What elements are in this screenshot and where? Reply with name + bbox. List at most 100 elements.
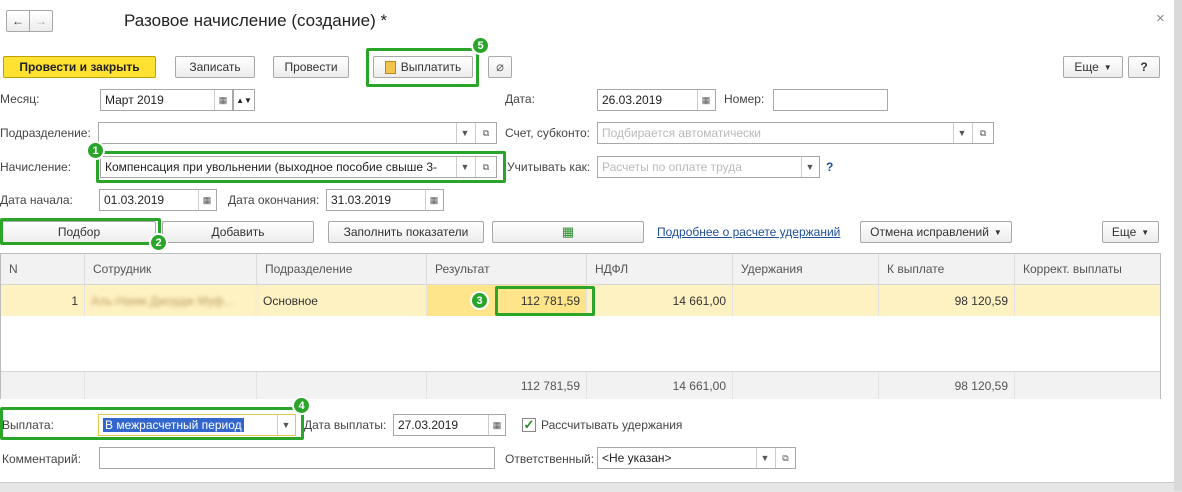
accrual-value: Компенсация при увольнении (выходное пос… [105, 160, 438, 174]
col-header-result[interactable]: Результат [427, 254, 587, 285]
calendar-icon[interactable]: ▦ [488, 415, 505, 435]
back-button[interactable]: ← [6, 10, 30, 32]
calendar-icon[interactable]: ▦ [425, 190, 442, 210]
total-result: 112 781,59 [427, 372, 587, 399]
attach-button[interactable]: ⌀ [488, 56, 512, 78]
col-header-ndfl[interactable]: НДФЛ [587, 254, 733, 285]
total-ndfl: 14 661,00 [587, 372, 733, 399]
number-field[interactable] [773, 89, 888, 111]
add-button[interactable]: Добавить [162, 221, 314, 243]
open-icon[interactable]: ⧉ [475, 123, 496, 143]
help-icon[interactable]: ? [826, 160, 833, 174]
step-badge-5: 5 [471, 36, 490, 55]
pay-date-label: Дата выплаты: [304, 418, 387, 432]
cancel-fixes-button[interactable]: Отмена исправлений ▼ [860, 221, 1012, 243]
chevron-down-icon[interactable]: ▼ [953, 123, 970, 143]
cancel-fixes-label: Отмена исправлений [870, 225, 989, 239]
payment-value: В межрасчетный период [103, 418, 244, 432]
accrual-field[interactable]: Компенсация при увольнении (выходное пос… [100, 156, 497, 178]
save-button[interactable]: Записать [175, 56, 255, 78]
post-button[interactable]: Провести [273, 56, 349, 78]
employee-name[interactable]: Аль-Наим Джордж Муф... [85, 285, 257, 316]
col-header-n[interactable]: N [1, 254, 85, 285]
deductions-details-link[interactable]: Подробнее о расчете удержаний [657, 225, 840, 239]
arrow-right-icon: → [35, 14, 47, 28]
accrual-label: Начисление: [0, 160, 72, 174]
comment-field[interactable] [99, 447, 495, 469]
help-button[interactable]: ? [1128, 56, 1160, 78]
row-number: 1 [1, 285, 85, 316]
chevron-down-icon: ▼ [1103, 62, 1112, 72]
calendar-icon[interactable]: ▦ [697, 90, 714, 110]
document-icon [384, 60, 396, 74]
step-badge-3: 3 [470, 291, 489, 310]
end-date-value: 31.03.2019 [331, 193, 392, 207]
select-button[interactable]: Подбор [2, 221, 156, 243]
arrow-left-icon: ← [12, 14, 24, 28]
forward-button[interactable]: → [29, 10, 53, 32]
col-header-deductions[interactable]: Удержания [733, 254, 879, 285]
total-payout: 98 120,59 [879, 372, 1015, 399]
division-field[interactable] [98, 122, 497, 144]
comment-label: Комментарий: [2, 452, 81, 466]
table-more-label: Еще [1111, 225, 1137, 239]
table-add-icon-button[interactable]: ▦ [492, 221, 644, 243]
open-icon[interactable]: ⧉ [475, 157, 496, 177]
account-placeholder: Подбирается автоматически [602, 126, 761, 140]
open-icon[interactable]: ⧉ [775, 448, 795, 468]
end-date-label: Дата окончания: [228, 193, 320, 207]
payment-field[interactable]: В межрасчетный период [98, 414, 296, 436]
responsible-value: <Не указан> [602, 451, 672, 465]
start-date-label: Дата начала: [0, 193, 73, 207]
pay-date-value: 27.03.2019 [398, 418, 459, 432]
correction-cell [1015, 285, 1160, 316]
totals-spacer [257, 372, 427, 399]
totals-spacer [733, 372, 879, 399]
responsible-label: Ответственный: [505, 452, 595, 466]
month-label: Месяц: [0, 92, 40, 106]
table-more-button[interactable]: Еще ▼ [1102, 221, 1159, 243]
table-row[interactable]: 1 Аль-Наим Джордж Муф... Основное 112 78… [1, 285, 1160, 316]
totals-spacer [85, 372, 257, 399]
chevron-down-icon: ▼ [1141, 227, 1150, 237]
paperclip-icon: ⌀ [496, 59, 504, 74]
more-label: Еще [1074, 60, 1099, 74]
col-header-payout[interactable]: К выплате [879, 254, 1015, 285]
step-badge-2: 2 [149, 233, 168, 252]
totals-spacer [1, 372, 85, 399]
more-button[interactable]: Еще ▼ [1063, 56, 1123, 78]
chevron-down-icon[interactable]: ▼ [801, 157, 818, 177]
chevron-down-icon[interactable]: ▼ [756, 448, 773, 468]
number-label: Номер: [724, 92, 765, 106]
fill-indicators-button[interactable]: Заполнить показатели [328, 221, 484, 243]
window-edge [1174, 0, 1182, 491]
open-icon[interactable]: ⧉ [972, 123, 993, 143]
result-cell[interactable]: 112 781,59 [427, 285, 587, 316]
division-label: Подразделение: [0, 126, 91, 140]
month-stepper[interactable]: ▲▼ [233, 89, 255, 111]
calendar-icon[interactable]: ▦ [214, 90, 231, 110]
col-header-correction[interactable]: Коррект. выплаты [1015, 254, 1160, 285]
chevron-down-icon[interactable]: ▼ [277, 415, 294, 435]
step-badge-4: 4 [292, 396, 311, 415]
division-cell: Основное [257, 285, 427, 316]
ndfl-cell: 14 661,00 [587, 285, 733, 316]
calendar-icon[interactable]: ▦ [198, 190, 215, 210]
account-label: Счет, субконто: [505, 126, 590, 140]
accruals-table: N Сотрудник Подразделение Результат НДФЛ… [0, 253, 1161, 399]
col-header-employee[interactable]: Сотрудник [85, 254, 257, 285]
post-and-close-button[interactable]: Провести и закрыть [3, 56, 156, 78]
pay-button-label: Выплатить [400, 60, 462, 74]
deductions-cell [733, 285, 879, 316]
close-icon[interactable]: × [1156, 10, 1165, 27]
col-header-division[interactable]: Подразделение [257, 254, 427, 285]
account-as-field[interactable]: Расчеты по оплате труда [597, 156, 820, 178]
date-label: Дата: [505, 92, 535, 106]
account-field[interactable]: Подбирается автоматически [597, 122, 994, 144]
pay-button[interactable]: Выплатить [373, 56, 473, 78]
chevron-down-icon[interactable]: ▼ [456, 123, 473, 143]
calc-deductions-checkbox[interactable]: ✓ [522, 418, 536, 432]
chevron-down-icon[interactable]: ▼ [456, 157, 473, 177]
page-title: Разовое начисление (создание) * [124, 11, 388, 30]
table-totals-row: 112 781,59 14 661,00 98 120,59 [1, 371, 1160, 399]
